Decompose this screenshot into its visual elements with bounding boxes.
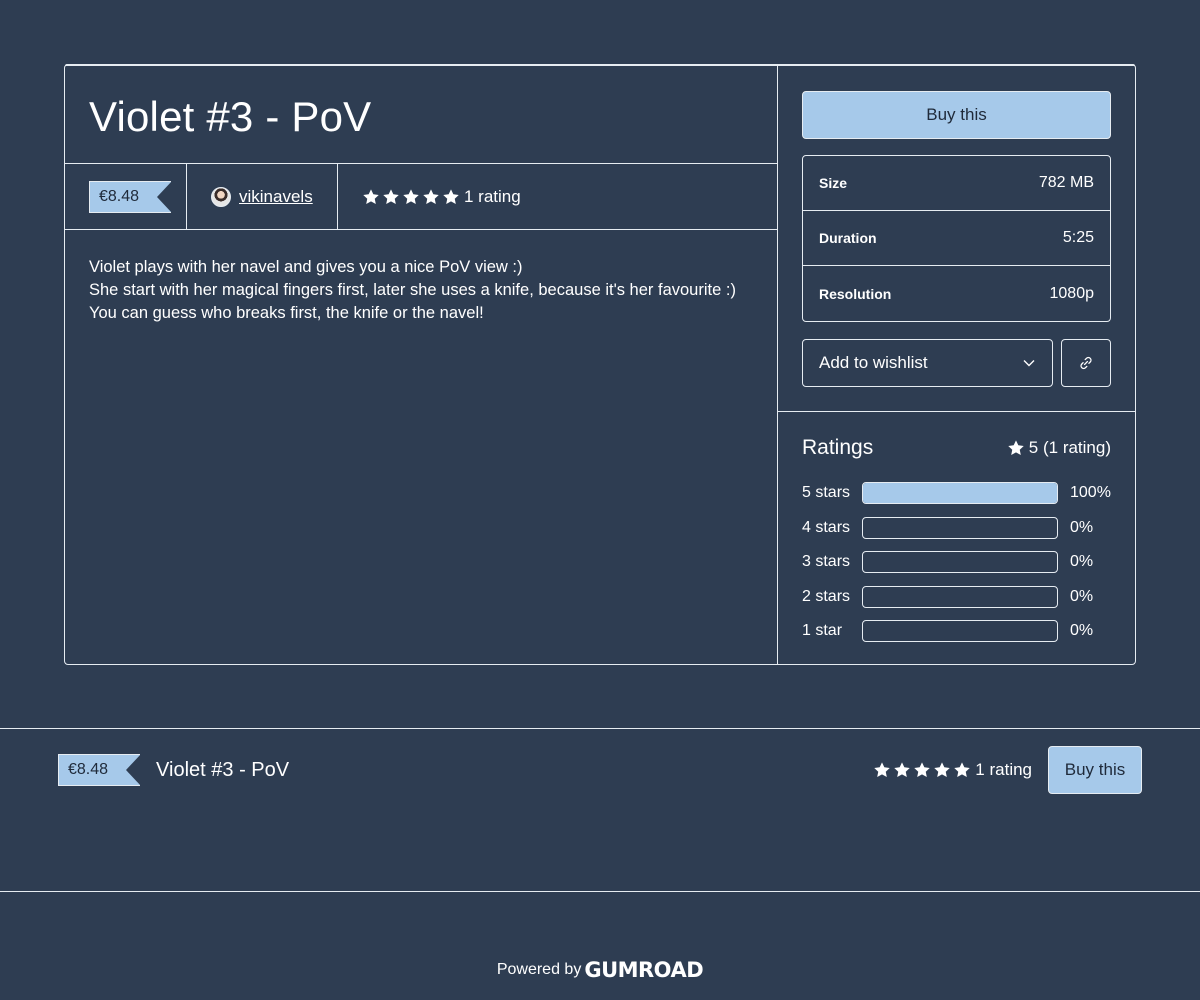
price-tag: €8.48 bbox=[89, 180, 173, 213]
rating-row-label: 5 stars bbox=[802, 484, 851, 502]
creator-cell: vikinavels bbox=[187, 164, 338, 229]
star-rating bbox=[873, 761, 971, 779]
price-value: €8.48 bbox=[89, 180, 148, 213]
ratings-breakdown: 5 stars 100% 4 stars 0% 3 stars 0% 2 stars 0% 1 … bbox=[802, 476, 1111, 649]
footer: Powered by Gumroad bbox=[0, 955, 1200, 985]
rating-row-label: 2 stars bbox=[802, 587, 851, 605]
rating-row-label: 1 star bbox=[802, 622, 843, 640]
rating-row-percent: 0% bbox=[1070, 553, 1094, 571]
star-icon bbox=[362, 188, 380, 206]
product-main: Violet #3 - PoV €8.48 vikinavels 1 ratin… bbox=[65, 65, 778, 664]
star-icon bbox=[1007, 439, 1025, 457]
product-info-table: Size 782 MB Duration 5:25 Resolution 108… bbox=[802, 155, 1111, 322]
star-icon bbox=[893, 761, 911, 779]
rating-bar bbox=[862, 516, 1058, 539]
rating-bar bbox=[862, 620, 1058, 643]
price-tag-tail bbox=[147, 180, 173, 213]
star-icon bbox=[913, 761, 931, 779]
price-value: €8.48 bbox=[58, 754, 117, 786]
star-icon bbox=[442, 188, 460, 206]
sticky-purchase-bar: €8.48 Violet #3 - PoV 1 rating Buy this bbox=[0, 728, 1200, 892]
sticky-buy-button[interactable]: Buy this bbox=[1048, 746, 1142, 794]
price-tag-tail bbox=[116, 754, 142, 786]
description-line: She start with her magical fingers first… bbox=[89, 281, 736, 299]
info-value: 782 MB bbox=[1038, 174, 1094, 191]
rating-row: 2 stars 0% bbox=[802, 580, 1111, 615]
rating-cell[interactable]: 1 rating bbox=[338, 164, 545, 229]
product-description: Violet plays with her navel and gives yo… bbox=[65, 230, 777, 351]
creator-link[interactable]: vikinavels bbox=[239, 187, 313, 207]
description-line: You can guess who breaks first, the knif… bbox=[89, 304, 484, 322]
product-title: Violet #3 - PoV bbox=[65, 65, 777, 164]
info-value: 1080p bbox=[1049, 284, 1095, 302]
star-rating bbox=[362, 188, 460, 206]
info-label: Size bbox=[819, 175, 848, 191]
star-icon bbox=[382, 188, 400, 206]
sticky-bar-content: €8.48 Violet #3 - PoV 1 rating Buy this bbox=[58, 746, 1142, 794]
link-icon bbox=[1080, 356, 1092, 370]
purchase-panel: Buy this Size 782 MB Duration 5:25 Resol… bbox=[778, 65, 1135, 412]
sticky-rating: 1 rating bbox=[873, 760, 1032, 780]
ratings-summary: 5 (1 rating) bbox=[1007, 438, 1111, 458]
price-cell: €8.48 bbox=[65, 164, 187, 229]
rating-row-percent: 0% bbox=[1070, 518, 1094, 536]
buy-button[interactable]: Buy this bbox=[802, 91, 1111, 139]
product-sidebar: Buy this Size 782 MB Duration 5:25 Resol… bbox=[778, 65, 1135, 664]
description-line: Violet plays with her navel and gives yo… bbox=[89, 258, 523, 276]
star-icon bbox=[422, 188, 440, 206]
info-label: Resolution bbox=[819, 285, 892, 302]
product-card: Violet #3 - PoV €8.48 vikinavels 1 ratin… bbox=[64, 64, 1136, 665]
info-label: Duration bbox=[819, 230, 877, 246]
info-row-duration: Duration 5:25 bbox=[803, 211, 1110, 266]
creator-avatar bbox=[211, 186, 231, 207]
info-row-size: Size 782 MB bbox=[803, 156, 1110, 211]
price-tag: €8.48 bbox=[58, 754, 142, 786]
wishlist-label: Add to wishlist bbox=[819, 353, 928, 372]
ratings-panel: Ratings 5 (1 rating) 5 stars 100% 4 stars 0… bbox=[778, 412, 1135, 673]
star-icon bbox=[873, 761, 891, 779]
product-meta-row: €8.48 vikinavels 1 rating bbox=[65, 164, 777, 230]
star-icon bbox=[933, 761, 951, 779]
rating-count: 1 rating bbox=[464, 186, 521, 206]
info-value: 5:25 bbox=[1062, 229, 1094, 246]
rating-bar bbox=[862, 585, 1058, 608]
rating-row-label: 4 stars bbox=[802, 518, 851, 536]
rating-row: 3 stars 0% bbox=[802, 545, 1111, 580]
chevron-down-icon bbox=[1023, 360, 1035, 367]
sticky-bar-right: 1 rating Buy this bbox=[873, 746, 1142, 794]
rating-bar-fill bbox=[863, 483, 1057, 504]
ratings-summary-text: 5 (1 rating) bbox=[1028, 438, 1111, 457]
rating-row-percent: 0% bbox=[1070, 622, 1094, 640]
rating-row-percent: 0% bbox=[1070, 587, 1094, 605]
powered-by-text: Powered by bbox=[496, 961, 582, 978]
ratings-title: Ratings bbox=[802, 436, 874, 459]
star-icon bbox=[953, 761, 971, 779]
star-icon bbox=[402, 188, 420, 206]
sticky-title: Violet #3 - PoV bbox=[156, 758, 290, 781]
rating-bar bbox=[862, 482, 1058, 505]
rating-bar bbox=[862, 551, 1058, 574]
copy-link-button[interactable] bbox=[1061, 339, 1111, 387]
rating-row-label: 3 stars bbox=[802, 553, 851, 571]
wishlist-select[interactable]: Add to wishlist bbox=[802, 339, 1053, 387]
rating-row-percent: 100% bbox=[1070, 484, 1111, 502]
gumroad-logo[interactable]: Gumroad bbox=[584, 958, 703, 982]
rating-row: 1 star 0% bbox=[802, 614, 1111, 649]
rating-count: 1 rating bbox=[975, 760, 1032, 779]
rating-row: 5 stars 100% bbox=[802, 476, 1111, 511]
product-actions: Add to wishlist bbox=[802, 339, 1111, 387]
rating-row: 4 stars 0% bbox=[802, 511, 1111, 546]
ratings-header: Ratings 5 (1 rating) bbox=[802, 436, 1111, 460]
info-row-resolution: Resolution 1080p bbox=[803, 266, 1110, 321]
sticky-bar-left: €8.48 Violet #3 - PoV bbox=[58, 754, 289, 786]
